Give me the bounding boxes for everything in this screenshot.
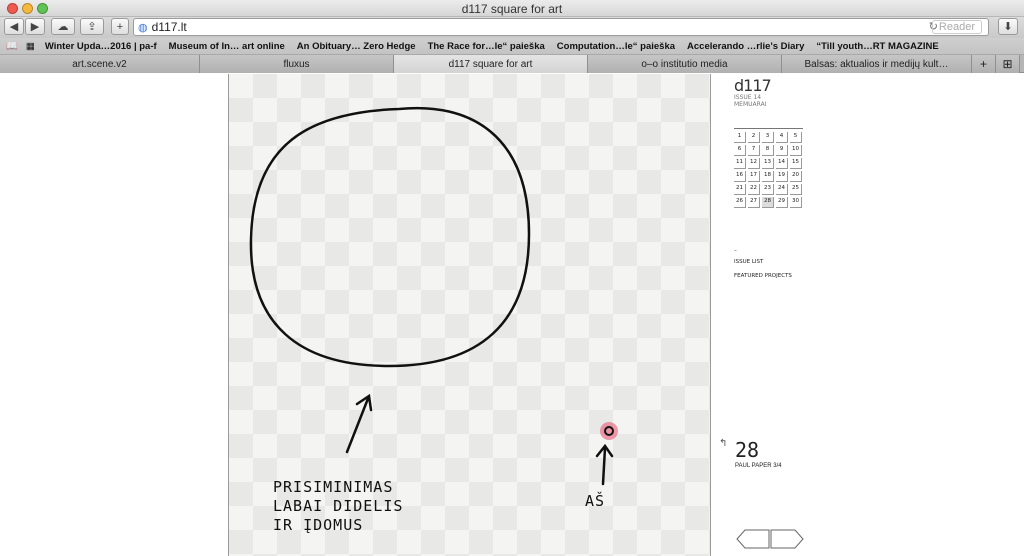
me-arrow [595,443,614,486]
tab-balsas[interactable]: Balsas: aktualios ir medijų kult… [782,55,972,73]
bookmark-item[interactable]: Winter Upda…2016 | pa-f [45,41,157,52]
reading-list-icon[interactable]: 📖 [6,41,18,52]
day-cell[interactable]: 27 [748,197,760,208]
icloud-tabs-button[interactable]: ☁ [51,18,75,35]
day-cell[interactable]: 2 [748,132,760,143]
day-cell[interactable]: 26 [734,197,746,208]
featured-projects-link[interactable]: FEATURED PROJECTS [734,273,792,279]
day-cell[interactable]: 11 [734,158,746,169]
day-cell[interactable]: 22 [748,184,760,195]
return-arrow-icon[interactable]: ↰ [719,438,727,449]
bookmark-item[interactable]: The Race for…le“ paieška [428,41,545,52]
day-cell[interactable]: 3 [762,132,774,143]
day-cell[interactable]: 24 [776,184,788,195]
day-cell[interactable]: 19 [776,171,788,182]
day-cell[interactable]: 4 [776,132,788,143]
day-cell[interactable]: 1 [734,132,746,143]
day-cell[interactable]: 6 [734,145,746,156]
paper-label: PAUL PAPER 3/4 [735,463,782,469]
back-button[interactable]: ◀ [4,18,24,35]
next-arrow-button[interactable] [770,529,804,549]
reader-button[interactable]: Reader [931,20,982,34]
share-button[interactable]: ⇪ [80,18,104,35]
memory-caption-line: IR ĮDOMUS [273,516,364,534]
page-content: PRISIMINIMAS LABAI DIDELIS IR ĮDOMUS AŠ … [0,74,1024,556]
bookmarks-bar: 📖 ▦ Winter Upda…2016 | pa-f Museum of In… [0,38,1024,55]
day-grid: 1 2 3 4 5 6 7 8 9 10 11 12 13 14 15 16 1… [734,128,803,208]
browser-toolbar: ◀ ▶ ☁ ⇪ + ◍ d117.lt ↻ Reader ⬇ [0,17,1024,38]
tab-oo-institutio[interactable]: o–o institutio media [588,55,782,73]
day-cell[interactable]: 13 [762,158,774,169]
day-cell[interactable]: 12 [748,158,760,169]
bookmark-item[interactable]: “Till youth…RT MAGAZINE [816,41,938,52]
memory-caption: PRISIMINIMAS LABAI DIDELIS IR ĮDOMUS [273,478,403,535]
memory-circle [249,106,531,368]
day-cell[interactable]: 5 [790,132,802,143]
forward-button[interactable]: ▶ [25,18,45,35]
day-cell[interactable]: 20 [790,171,802,182]
bookmark-item[interactable]: Computation…le“ paieška [557,41,675,52]
tab-overview-button[interactable]: ⊞ [996,55,1020,73]
memory-arrow [345,393,373,454]
day-cell[interactable]: 30 [790,197,802,208]
issue-number-label: ISSUE 14 [734,94,762,101]
top-sites-icon[interactable]: ▦ [26,41,35,52]
issue-list-link[interactable]: ISSUE LIST [734,259,763,265]
tab-fluxus[interactable]: fluxus [200,55,394,73]
day-cell[interactable]: 16 [734,171,746,182]
issue-label: ISSUE 14 MEMUARAI [734,94,766,108]
prev-arrow-button[interactable] [736,529,770,549]
day-cell[interactable]: 8 [762,145,774,156]
memory-caption-line: LABAI DIDELIS [273,497,404,515]
new-tab-button[interactable]: + [972,55,996,73]
day-cell[interactable]: 25 [790,184,802,195]
day-cell[interactable]: 18 [762,171,774,182]
day-cell-current[interactable]: 28 [762,197,774,208]
day-cell[interactable]: 15 [790,158,802,169]
window-titlebar: d117 square for art [0,0,1024,17]
day-cell[interactable]: 7 [748,145,760,156]
downloads-button[interactable]: ⬇ [998,18,1018,35]
me-dot-halo [600,422,618,440]
day-cell[interactable]: 14 [776,158,788,169]
bookmark-item[interactable]: Museum of In… art online [169,41,285,52]
day-cell[interactable]: 29 [776,197,788,208]
add-bookmark-button[interactable]: + [111,18,129,35]
url-text[interactable]: d117.lt [152,20,187,34]
tab-artscene[interactable]: art.scene.v2 [0,55,200,73]
day-cell[interactable]: 21 [734,184,746,195]
day-cell[interactable]: 9 [776,145,788,156]
window-title: d117 square for art [461,2,563,16]
bookmark-item[interactable]: An Obituary… Zero Hedge [297,41,416,52]
issue-number: 28 [735,438,760,462]
tab-bar: art.scene.v2 fluxus d117 square for art … [0,55,1024,73]
artwork-napkin: PRISIMINIMAS LABAI DIDELIS IR ĮDOMUS AŠ [228,74,711,556]
memory-caption-line: PRISIMINIMAS [273,478,394,496]
sidebar: d117 ISSUE 14 MEMUARAI 1 2 3 4 5 6 7 8 9… [734,74,824,556]
site-logo[interactable]: d117 [734,76,772,95]
tab-d117[interactable]: d117 square for art [394,55,588,73]
menu-dash: – [734,248,737,254]
issue-theme-label: MEMUARAI [734,101,767,108]
me-caption: AŠ [585,492,606,510]
day-cell[interactable]: 17 [748,171,760,182]
bookmark-item[interactable]: Accelerando …rlie's Diary [687,41,804,52]
day-cell[interactable]: 10 [790,145,802,156]
pager [736,529,804,549]
address-bar[interactable]: ◍ d117.lt ↻ Reader [133,18,989,36]
day-cell[interactable]: 23 [762,184,774,195]
globe-icon: ◍ [138,21,148,34]
